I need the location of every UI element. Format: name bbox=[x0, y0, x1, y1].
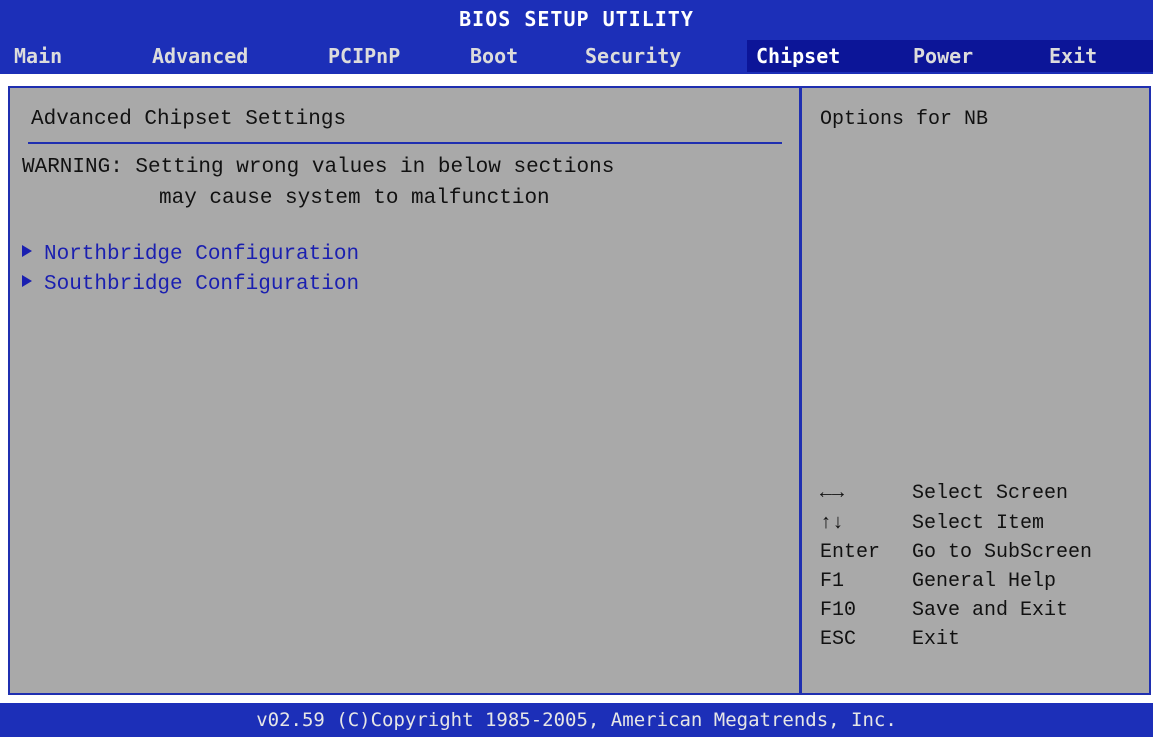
menu-item-security[interactable]: Security bbox=[585, 38, 681, 74]
key-row-esc: ESC Exit bbox=[820, 628, 960, 651]
key-row-f10: F10 Save and Exit bbox=[820, 599, 1068, 622]
key-row-select-screen: ←→ Select Screen bbox=[820, 482, 1068, 505]
key-label: F1 bbox=[820, 570, 845, 593]
bios-title: BIOS SETUP UTILITY bbox=[0, 0, 1153, 38]
main-panel: Advanced Chipset Settings WARNING: Setti… bbox=[8, 86, 1151, 695]
menu-item-boot[interactable]: Boot bbox=[470, 38, 518, 74]
key-label: F10 bbox=[820, 599, 857, 622]
menu-item-main[interactable]: Main bbox=[14, 38, 62, 74]
copyright-footer: v02.59 (C)Copyright 1985-2005, American … bbox=[0, 703, 1153, 737]
submenu-northbridge[interactable]: Northbridge Configuration bbox=[22, 243, 359, 266]
key-action: General Help bbox=[912, 570, 1057, 593]
key-row-enter: Enter Go to SubScreen bbox=[820, 541, 1092, 564]
key-row-f1: F1 General Help bbox=[820, 570, 1056, 593]
menu-item-power[interactable]: Power bbox=[913, 38, 973, 74]
triangle-right-icon bbox=[22, 245, 32, 257]
menu-item-exit[interactable]: Exit bbox=[1049, 38, 1097, 74]
key-action: Select Screen bbox=[912, 482, 1069, 505]
warning-line-2: may cause system to malfunction bbox=[159, 187, 550, 210]
key-label: Enter bbox=[820, 541, 881, 564]
key-row-select-item: ↑↓ Select Item bbox=[820, 512, 1044, 535]
key-action: Exit bbox=[912, 628, 961, 651]
title-underline bbox=[28, 142, 782, 144]
triangle-right-icon bbox=[22, 275, 32, 287]
menu-item-advanced[interactable]: Advanced bbox=[152, 38, 248, 74]
key-action: Go to SubScreen bbox=[912, 541, 1093, 564]
menu-item-pcipnp[interactable]: PCIPnP bbox=[328, 38, 400, 74]
warning-line-1: WARNING: Setting wrong values in below s… bbox=[22, 156, 615, 179]
panel-divider bbox=[799, 88, 802, 693]
menu-bar: Main Advanced PCIPnP Boot Security Chips… bbox=[0, 38, 1153, 74]
submenu-southbridge[interactable]: Southbridge Configuration bbox=[22, 273, 359, 296]
help-text: Options for NB bbox=[820, 108, 989, 131]
menu-item-chipset[interactable]: Chipset bbox=[756, 38, 840, 74]
section-title: Advanced Chipset Settings bbox=[31, 108, 347, 131]
key-label: ESC bbox=[820, 628, 857, 651]
key-label: ←→ bbox=[820, 482, 845, 505]
submenu-northbridge-label: Northbridge Configuration bbox=[44, 243, 360, 266]
key-action: Save and Exit bbox=[912, 599, 1069, 622]
key-action: Select Item bbox=[912, 512, 1045, 535]
key-label: ↑↓ bbox=[820, 512, 845, 535]
submenu-southbridge-label: Southbridge Configuration bbox=[44, 273, 360, 296]
